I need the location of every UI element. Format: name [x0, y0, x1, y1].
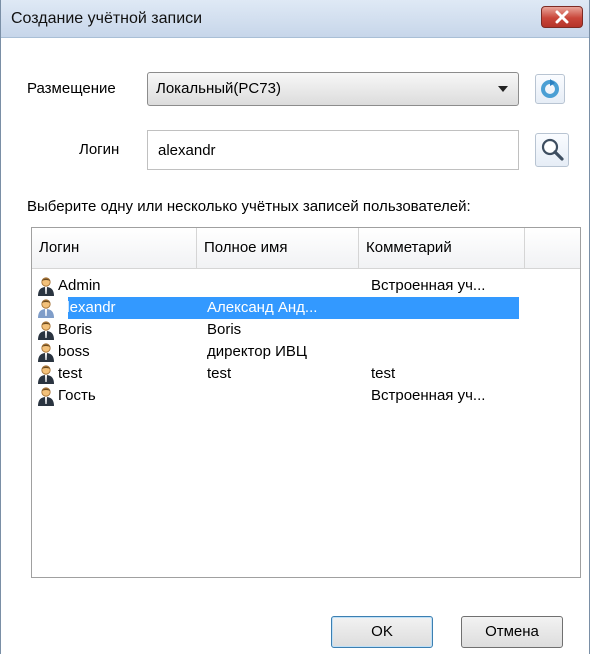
- login-label: Логин: [79, 141, 120, 158]
- cell-login: Гость: [58, 387, 96, 404]
- cell-fullname: директор ИВЦ: [207, 343, 307, 360]
- close-icon: [555, 10, 569, 24]
- close-button[interactable]: [541, 6, 583, 28]
- cell-fullname: Boris: [207, 321, 242, 338]
- ok-button[interactable]: OK: [331, 616, 433, 648]
- user-icon: [38, 365, 54, 384]
- list-header: Логин Полное имя Комметарий: [32, 228, 580, 269]
- user-icon: [38, 321, 54, 340]
- cell-comment: Встроенная уч...: [371, 277, 486, 294]
- user-icon: [38, 387, 54, 406]
- column-header-login[interactable]: Логин: [32, 228, 197, 268]
- table-row[interactable]: test test test: [32, 363, 580, 385]
- window-title: Создание учётной записи: [11, 10, 203, 27]
- list-instruction: Выберите одну или несколько учётных запи…: [27, 198, 471, 215]
- refresh-button[interactable]: [535, 74, 565, 104]
- cell-login: boss: [58, 343, 90, 360]
- cell-fullname: test: [207, 365, 232, 382]
- placement-label: Размещение: [27, 80, 116, 97]
- user-icon: [38, 343, 54, 362]
- cancel-button[interactable]: Отмена: [461, 616, 563, 648]
- table-row[interactable]: Boris Boris: [32, 319, 580, 341]
- dialog-window: Создание учётной записи Размещение Локал…: [0, 0, 590, 654]
- table-row[interactable]: boss директор ИВЦ: [32, 341, 580, 363]
- login-input[interactable]: [156, 131, 500, 169]
- column-header-empty: [525, 228, 580, 268]
- chevron-down-icon: [498, 86, 508, 92]
- column-header-fullname[interactable]: Полное имя: [197, 228, 359, 268]
- cell-comment: Встроенная уч...: [371, 387, 486, 404]
- table-row[interactable]: alexandr Александ Анд...: [32, 297, 580, 319]
- table-row[interactable]: Гость Встроенная уч...: [32, 385, 580, 407]
- cell-fullname: Александ Анд...: [207, 299, 318, 316]
- cell-login: Admin: [58, 277, 101, 294]
- user-icon: [38, 299, 54, 318]
- placement-value: Локальный(PC73): [156, 80, 281, 97]
- cell-comment: test: [371, 365, 396, 382]
- login-input-box[interactable]: [147, 130, 519, 170]
- placement-select[interactable]: Локальный(PC73): [147, 72, 519, 106]
- search-icon: [541, 138, 564, 161]
- cell-login: test: [58, 365, 83, 382]
- column-header-comment[interactable]: Комметарий: [359, 228, 525, 268]
- cell-login: alexandr: [58, 299, 116, 316]
- refresh-icon: [541, 79, 559, 98]
- table-row[interactable]: Admin Встроенная уч...: [32, 275, 580, 297]
- cell-login: Boris: [58, 321, 93, 338]
- user-icon: [38, 277, 54, 296]
- search-button[interactable]: [535, 133, 569, 167]
- accounts-list[interactable]: Логин Полное имя Комметарий Admin Встроен…: [31, 227, 581, 578]
- title-bar: Создание учётной записи: [1, 0, 589, 38]
